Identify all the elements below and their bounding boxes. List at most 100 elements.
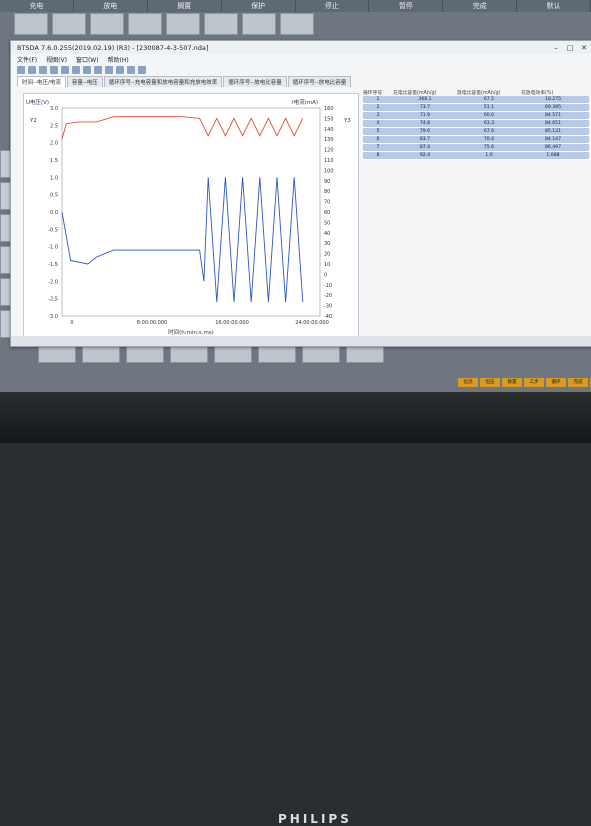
save-icon[interactable] xyxy=(28,66,36,74)
window-controls: – □ ✕ xyxy=(549,44,591,52)
right-axis-label: I电流(mA) xyxy=(292,98,318,106)
left-tick-label: 1.5 xyxy=(50,158,58,164)
channel-cell[interactable] xyxy=(128,13,162,35)
channel-cell[interactable] xyxy=(280,13,314,35)
right-tick-label: 50 xyxy=(324,220,330,226)
arrow-right-icon[interactable] xyxy=(94,66,102,74)
export-icon[interactable] xyxy=(50,66,58,74)
channel-cell[interactable] xyxy=(14,13,48,35)
table-cell: 70.4 xyxy=(483,137,495,142)
table-cell: 84.147 xyxy=(544,137,562,142)
status-btn-pause[interactable]: 暂停 xyxy=(369,0,444,12)
status-btn-finish[interactable]: 完成 xyxy=(443,0,518,12)
table-cell: 3 xyxy=(376,113,380,118)
status-btn-protect[interactable]: 保护 xyxy=(221,0,296,12)
right-tick-label: 100 xyxy=(324,168,334,174)
menu-window[interactable]: 窗口(W) xyxy=(76,55,99,64)
right-tick-label: 130 xyxy=(324,137,334,143)
right-tick-label: 10 xyxy=(324,262,330,268)
tab-cycle-discharge-capacity-2[interactable]: 循环序号--放电比容量 xyxy=(287,76,352,87)
settings-icon[interactable] xyxy=(127,66,135,74)
table-row[interactable]: 3 71.9 60.6 84.571 xyxy=(363,112,589,120)
table-cell: 84.571 xyxy=(544,113,562,118)
table-cell: 5 xyxy=(376,129,380,134)
table-cell: 7 xyxy=(376,145,380,150)
table-cell: 2 xyxy=(376,105,380,110)
status-btn-rest[interactable]: 搁置 xyxy=(147,0,222,12)
tab-capacity-voltage[interactable]: 容量--电压 xyxy=(66,76,103,87)
table-cell: 60.6 xyxy=(483,113,495,118)
tab-cycle-discharge-capacity[interactable]: 循环序号--放电比容量 xyxy=(223,76,287,87)
right-tick-label: 120 xyxy=(324,148,334,154)
tray-btn-cv[interactable]: 恒压 xyxy=(480,378,500,387)
print-icon[interactable] xyxy=(39,66,47,74)
tray-btn-cycle[interactable]: 循环 xyxy=(546,378,566,387)
status-btn-stop[interactable]: 停止 xyxy=(295,0,370,12)
right-tick-label: 20 xyxy=(324,252,330,258)
right-tick-label: 0 xyxy=(324,272,327,278)
col-discharge: 放电比容量(mAh/g) xyxy=(457,90,501,96)
left-tick-label: 0.5 xyxy=(50,193,58,199)
y3-label: Y3 xyxy=(343,118,351,124)
refresh-icon[interactable] xyxy=(138,66,146,74)
table-cell: 368.1 xyxy=(418,97,432,102)
right-tick-label: 160 xyxy=(324,106,334,112)
status-btn-discharge[interactable]: 放电 xyxy=(73,0,148,12)
table-row[interactable]: 5 79.6 67.6 85.131 xyxy=(363,128,589,136)
table-cell: 71.9 xyxy=(419,113,431,118)
view-tabs: 时间--电压/电流 容量--电压 循环序号--充电容量和放电容量和充放电效率 循… xyxy=(11,76,591,87)
menu-help[interactable]: 帮助(H) xyxy=(108,55,129,64)
data-viewer-window: BTSDA 7.6.0.255(2019.02.19) (R3) - [2300… xyxy=(10,40,591,347)
arrow-left-icon[interactable] xyxy=(83,66,91,74)
table-cell: 87.4 xyxy=(419,145,431,150)
left-tick-label: -1.5 xyxy=(48,262,58,268)
left-tick-label: 0.0 xyxy=(50,210,58,216)
tray-btn-cc[interactable]: 恒流 xyxy=(458,378,478,387)
left-tick-label: 1.0 xyxy=(50,175,58,181)
minimize-icon[interactable]: – xyxy=(549,44,563,52)
close-icon[interactable]: ✕ xyxy=(577,44,591,52)
table-header: 循环序号 充电比容量(mAh/g) 放电比容量(mAh/g) 充放电效率(%) xyxy=(363,88,589,96)
left-tick-label: -2.5 xyxy=(48,297,58,303)
left-axis-label: U电压(V) xyxy=(26,98,49,106)
left-tick-label: -0.5 xyxy=(48,227,58,233)
tray-btn-rest[interactable]: 静置 xyxy=(502,378,522,387)
table-cell: 92.4 xyxy=(419,153,431,158)
table-cell: 74.8 xyxy=(419,121,431,126)
col-charge: 充电比容量(mAh/g) xyxy=(393,90,437,96)
tab-cycle-capacity-efficiency[interactable]: 循环序号--充电容量和放电容量和充放电效率 xyxy=(103,76,223,87)
channel-cell[interactable] xyxy=(90,13,124,35)
channel-cell[interactable] xyxy=(242,13,276,35)
table-row[interactable]: 8 92.4 1.0 1.088 xyxy=(363,152,589,160)
chart-icon[interactable] xyxy=(105,66,113,74)
voltage-current-plot[interactable]: 3.0 2.5 2.0 1.5 1.0 0.5 0.0 -0.5 -1.0 -1.5 -2.0 -2.… xyxy=(23,93,359,345)
table-cell: 8 xyxy=(376,153,380,158)
table-row[interactable]: 7 87.4 75.6 86.497 xyxy=(363,144,589,152)
table-cell: 1 xyxy=(376,97,380,102)
status-btn-charge[interactable]: 充电 xyxy=(0,0,74,12)
zoom-in-icon[interactable] xyxy=(61,66,69,74)
window-titlebar[interactable]: BTSDA 7.6.0.255(2019.02.19) (R3) - [2300… xyxy=(11,41,591,54)
table-icon[interactable] xyxy=(116,66,124,74)
right-tick-label: 150 xyxy=(324,116,334,122)
table-row[interactable]: 1 368.1 67.5 18.275 xyxy=(363,96,589,104)
maximize-icon[interactable]: □ xyxy=(563,44,577,52)
status-btn-default[interactable]: 默认 xyxy=(517,0,591,12)
channel-cell[interactable] xyxy=(166,13,200,35)
menu-view[interactable]: 视图(V) xyxy=(46,55,67,64)
channel-cell[interactable] xyxy=(204,13,238,35)
zoom-out-icon[interactable] xyxy=(72,66,80,74)
left-tick-label: 2.0 xyxy=(50,141,58,147)
tray-btn-finish[interactable]: 完成 xyxy=(568,378,588,387)
menu-file[interactable]: 文件(F) xyxy=(17,55,37,64)
tray-btn-step[interactable]: 工步 xyxy=(524,378,544,387)
open-icon[interactable] xyxy=(17,66,25,74)
table-cell: 79.6 xyxy=(419,129,431,134)
channel-cell[interactable] xyxy=(52,13,86,35)
tab-time-voltage-current[interactable]: 时间--电压/电流 xyxy=(17,76,66,87)
left-tick-label: 2.5 xyxy=(50,123,58,129)
table-row[interactable]: 4 74.8 63.3 84.651 xyxy=(363,120,589,128)
status-bar xyxy=(11,336,591,346)
table-row[interactable]: 6 83.7 70.4 84.147 xyxy=(363,136,589,144)
table-row[interactable]: 2 73.7 51.1 69.395 xyxy=(363,104,589,112)
